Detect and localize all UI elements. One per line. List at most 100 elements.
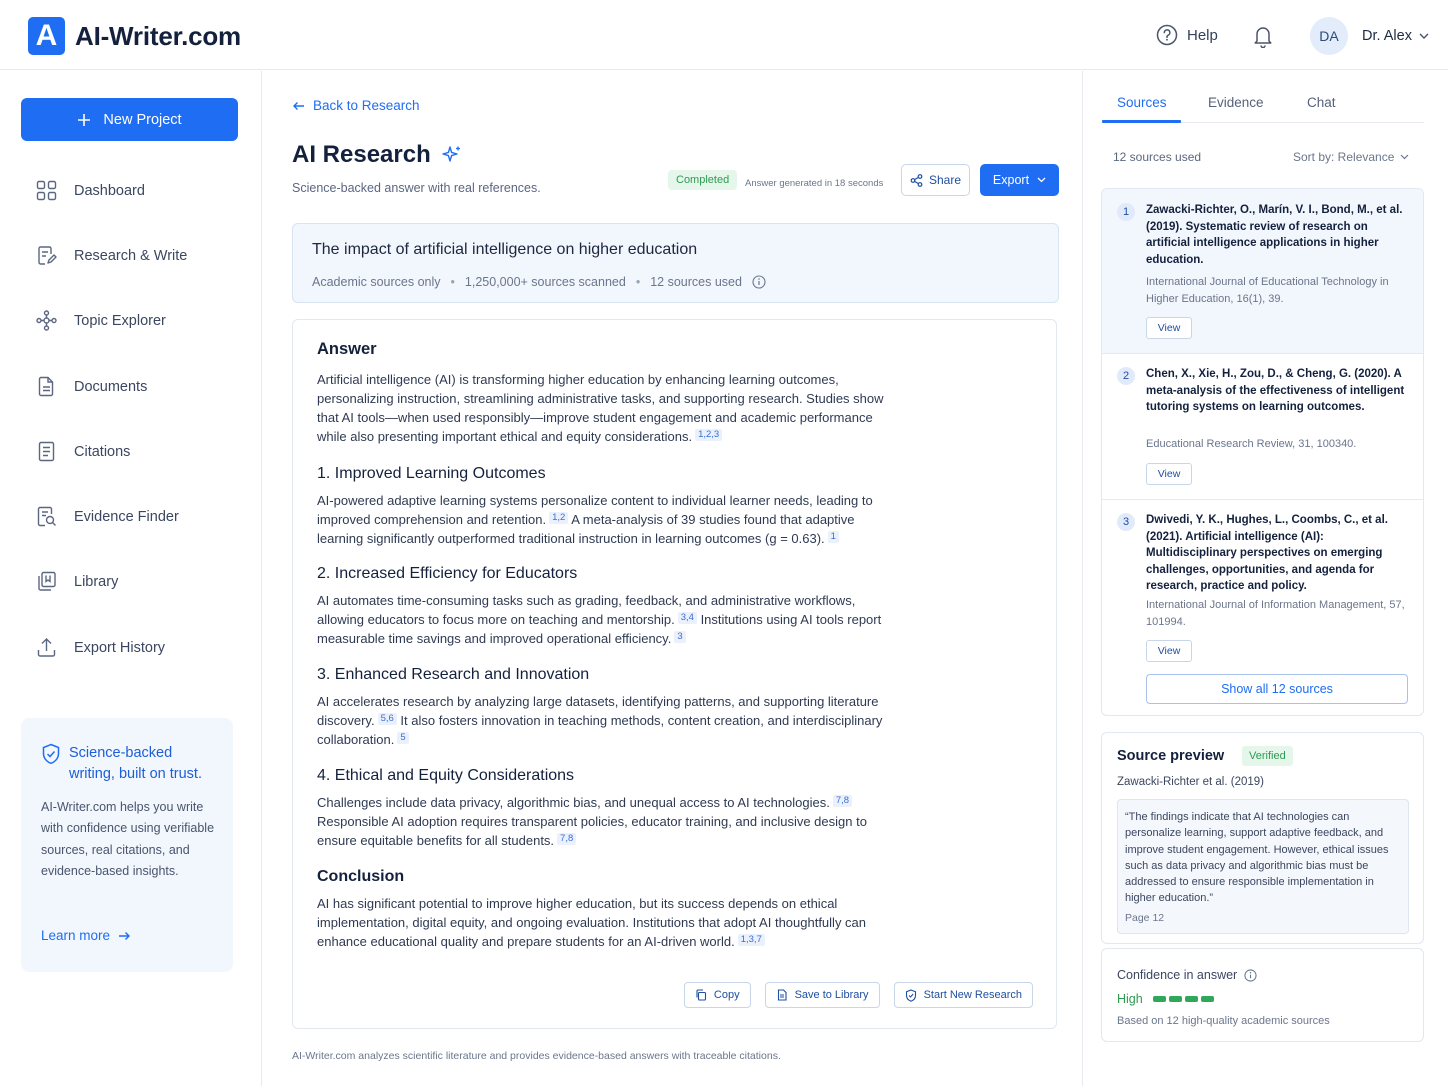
user-name: Dr. Alex [1362,28,1412,44]
preview-author: Zawacki-Richter et al. (2019) [1117,776,1264,788]
section-heading: 3. Enhanced Research and Innovation [317,666,590,683]
confidence-segment [1168,996,1182,1002]
citation-marker[interactable]: 3,4 [677,612,697,624]
confidence-note: Based on 12 high-quality academic source… [1117,1015,1330,1027]
panel-tabs: Sources Evidence Chat [1102,71,1424,123]
section-heading: Conclusion [317,868,405,885]
answer-heading: Answer [317,340,377,358]
intro-text: Artificial intelligence (AI) is transfor… [317,372,884,444]
sidebar-item-export-history[interactable]: Export History [36,637,165,658]
save-label: Save to Library [794,989,869,1001]
citation-marker[interactable]: 7,8 [832,795,853,807]
sidebar-item-label: Topic Explorer [74,312,166,329]
sidebar-item-documents[interactable]: Documents [36,376,147,397]
share-button[interactable]: Share [901,164,970,196]
new-project-button[interactable]: New Project [21,98,238,141]
sort-dropdown[interactable]: Sort by: Relevance [1293,150,1409,164]
help-button[interactable]: Help [1156,24,1218,46]
edit-document-icon [36,245,57,266]
tab-evidence[interactable]: Evidence [1208,95,1264,110]
citation-marker[interactable]: 3 [674,631,686,643]
section-heading: 4. Ethical and Equity Considerations [317,767,575,784]
view-source-button[interactable]: View [1146,463,1192,485]
meta-separator: • [450,275,455,289]
sidebar-item-dashboard[interactable]: Dashboard [36,180,145,201]
copy-icon [695,989,707,1001]
arrow-left-icon [292,101,305,111]
verified-badge: Verified [1242,746,1293,766]
source-item[interactable]: 1 Zawacki-Richter, O., Marín, V. I., Bon… [1102,189,1423,354]
source-citation: Chen, X., Xie, H., Zou, D., & Cheng, G. … [1146,368,1405,413]
plus-icon [77,113,91,127]
citation-marker[interactable]: 7,8 [557,833,577,845]
source-number: 3 [1117,513,1135,531]
bell-icon[interactable] [1252,24,1274,48]
help-label: Help [1187,26,1218,44]
source-journal: International Journal of Educational Tec… [1146,276,1389,305]
sidebar-item-evidence-finder[interactable]: Evidence Finder [36,506,179,527]
citation-marker[interactable]: 1,2,3 [695,429,723,441]
main-content: Back to Research AI Research Science-bac… [262,71,1082,1086]
chevron-down-icon [1400,154,1409,160]
learn-more-link[interactable]: Learn more [41,928,131,943]
confidence-segment [1200,996,1214,1002]
chevron-down-icon [1037,177,1046,183]
section-paragraph: AI accelerates research by analyzing lar… [317,692,885,749]
section-text: Challenges include data privacy, algorit… [317,795,830,810]
query-meta-used: 12 sources used [650,275,742,289]
app-logo[interactable]: A AI-Writer.com [28,17,241,55]
sidebar-item-library[interactable]: Library [36,571,118,592]
query-text: The impact of artificial intelligence on… [312,241,698,258]
right-panel: Sources Evidence Chat 12 sources used So… [1082,71,1448,1086]
user-menu[interactable]: Dr. Alex [1362,28,1429,44]
info-icon[interactable] [1244,968,1257,982]
citation-marker[interactable]: 5 [397,732,409,744]
avatar[interactable]: DA [1310,17,1348,55]
view-source-button[interactable]: View [1146,317,1192,339]
copy-button[interactable]: Copy [683,982,751,1008]
sidebar-item-topic-explorer[interactable]: Topic Explorer [36,310,166,331]
answer-intro: Artificial intelligence (AI) is transfor… [317,370,885,446]
document-icon [36,376,57,397]
save-to-library-button[interactable]: Save to Library [764,982,880,1008]
top-header: A AI-Writer.com Help DA Dr. Alex [0,0,1448,70]
show-all-sources-button[interactable]: Show all 12 sources [1146,674,1408,704]
confidence-segment [1152,996,1166,1002]
query-box: The impact of artificial intelligence on… [292,223,1059,303]
logo-mark: A [28,17,65,55]
start-new-research-button[interactable]: Start New Research [893,982,1033,1008]
citation-marker[interactable]: 1,3,7 [737,934,765,946]
info-icon[interactable] [752,275,766,289]
sidebar-item-research-write[interactable]: Research & Write [36,245,187,266]
citation-marker[interactable]: 1,2 [549,512,569,524]
section-text: AI has significant potential to improve … [317,896,867,949]
active-tab-indicator [1102,120,1181,123]
sidebar-item-label: Evidence Finder [74,508,179,525]
source-item[interactable]: 2 Chen, X., Xie, H., Zou, D., & Cheng, G… [1102,354,1423,500]
export-label: Export [992,173,1030,187]
sidebar-item-label: Documents [74,378,148,395]
topic-network-icon [36,310,57,331]
sidebar-item-citations[interactable]: Citations [36,441,130,462]
source-citation: Dwivedi, Y. K., Hughes, L., Coombs, C., … [1146,514,1388,592]
confidence-level: High [1117,992,1214,1006]
citation-marker[interactable]: 5,6 [377,713,397,725]
shield-check-icon [905,988,917,1002]
section-text: Responsible AI adoption requires transpa… [317,814,867,848]
chevron-down-icon [1419,33,1429,40]
section-paragraph: AI has significant potential to improve … [317,894,885,951]
citation-marker[interactable]: 1 [827,531,839,543]
section-paragraph: AI automates time-consuming tasks such a… [317,591,885,648]
tab-sources[interactable]: Sources [1117,95,1167,110]
answer-card: Answer Artificial intelligence (AI) is t… [292,319,1057,1029]
shield-check-icon [41,743,61,785]
back-to-research-link[interactable]: Back to Research [292,98,420,113]
promo-title: Science-backed writing, built on trust. [69,745,202,782]
citation-list-icon [36,441,57,462]
search-document-icon [36,506,57,527]
source-number: 2 [1117,367,1135,385]
view-source-button[interactable]: View [1146,640,1192,662]
export-button[interactable]: Export [980,164,1059,196]
sidebar-item-label: Library [74,573,119,590]
tab-chat[interactable]: Chat [1307,95,1336,110]
